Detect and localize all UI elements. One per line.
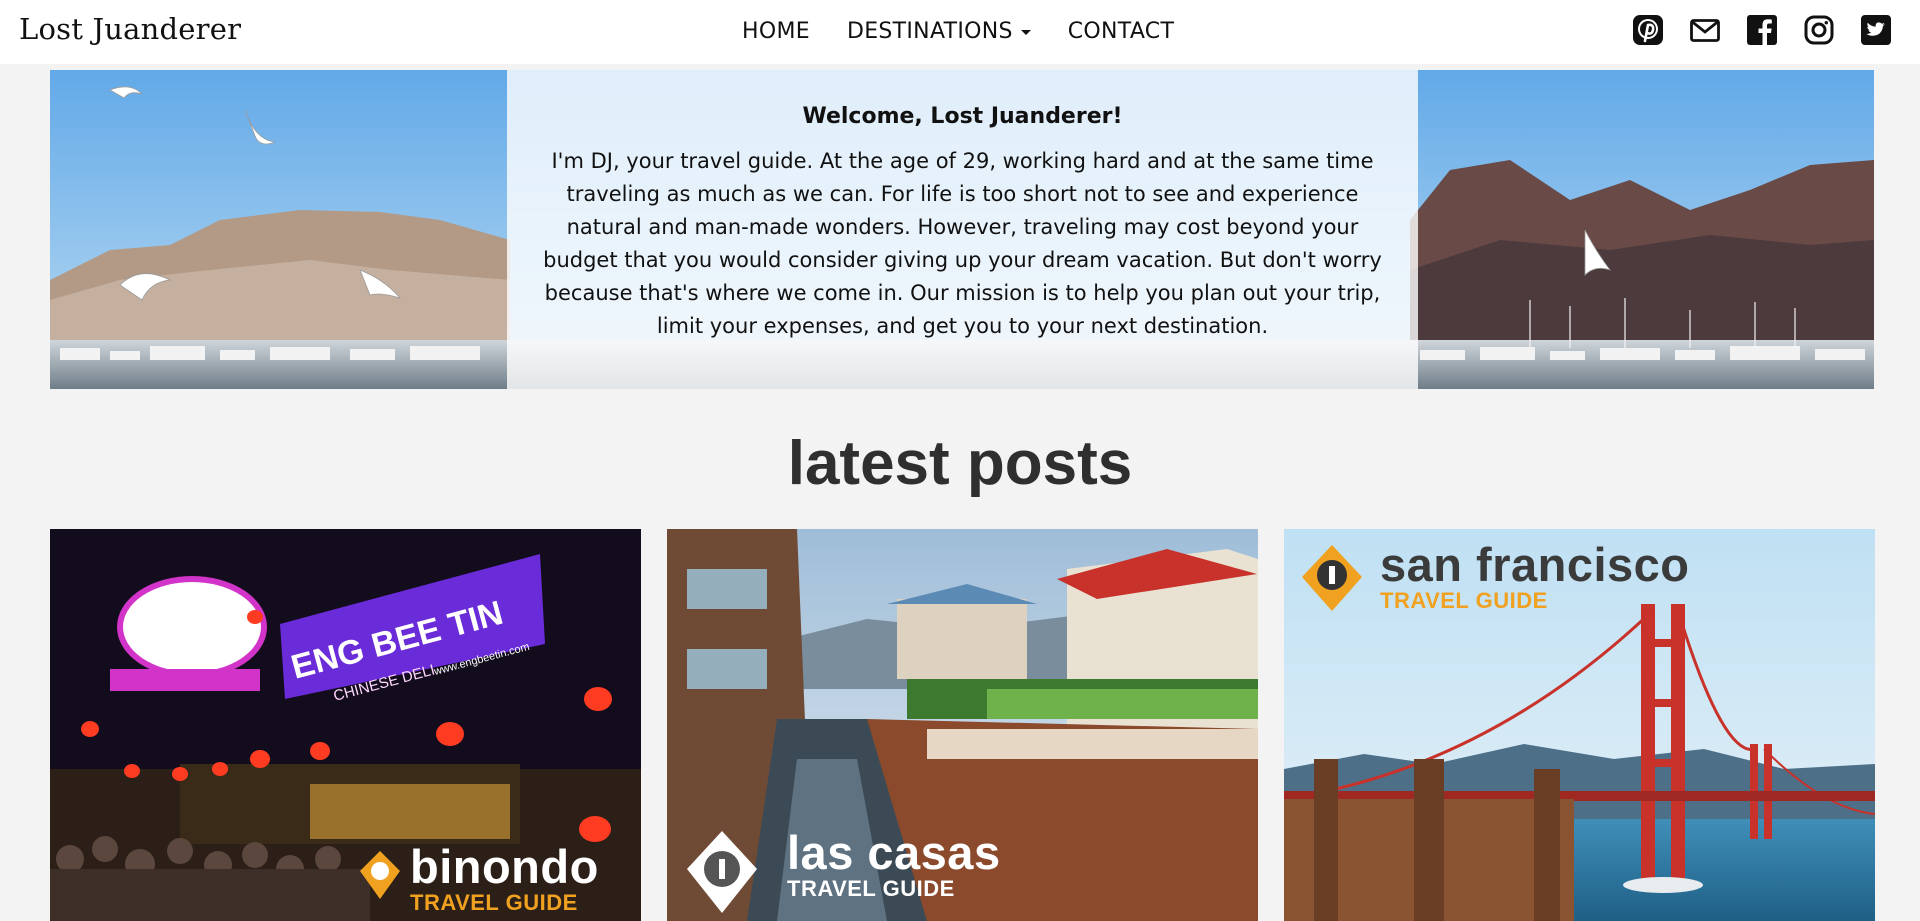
- nav-home[interactable]: HOME: [742, 19, 810, 44]
- binondo-subtitle: TRAVEL GUIDE: [410, 890, 578, 915]
- instagram-icon[interactable]: [1803, 14, 1835, 46]
- welcome-title: Welcome, Lost Juanderer!: [802, 104, 1123, 129]
- post-card-las-casas[interactable]: las casas TRAVEL GUIDE: [667, 529, 1258, 921]
- binondo-label: binondo TRAVEL GUIDE: [360, 840, 599, 916]
- welcome-text: I'm DJ, your travel guide. At the age of…: [543, 149, 1382, 338]
- san-francisco-subtitle: TRAVEL GUIDE: [1380, 588, 1548, 613]
- map-pin-icon: [360, 851, 400, 899]
- hero-banner: Welcome, Lost Juanderer! I'm DJ, your tr…: [50, 70, 1874, 389]
- site-brand[interactable]: Lost Juanderer: [19, 12, 241, 46]
- main-nav: HOME DESTINATIONS CONTACT: [742, 19, 1174, 44]
- map-pin-icon: [687, 831, 757, 913]
- pinterest-icon[interactable]: [1632, 14, 1664, 46]
- mail-icon[interactable]: [1689, 14, 1721, 46]
- caret-down-icon: [1020, 29, 1031, 35]
- las-casas-title: las casas: [787, 826, 1001, 879]
- san-francisco-title: san francisco: [1380, 538, 1690, 591]
- latest-posts-title: latest posts: [787, 429, 1133, 498]
- facebook-icon[interactable]: [1746, 14, 1778, 46]
- top-navbar: Lost Juanderer HOME DESTINATIONS CONTACT: [0, 0, 1920, 64]
- las-casas-label: las casas TRAVEL GUIDE: [685, 826, 1001, 913]
- map-pin-icon: [1302, 545, 1362, 611]
- nav-contact[interactable]: CONTACT: [1068, 19, 1174, 44]
- post-card-san-francisco[interactable]: san francisco TRAVEL GUIDE: [1284, 529, 1875, 921]
- nav-destinations[interactable]: DESTINATIONS: [847, 19, 1031, 44]
- twitter-icon[interactable]: [1860, 14, 1892, 46]
- social-links: [1632, 14, 1892, 46]
- nav-destinations-label: DESTINATIONS: [846, 19, 1013, 44]
- welcome-card: Welcome, Lost Juanderer! I'm DJ, your tr…: [507, 70, 1418, 389]
- post-grid: ENG BEE TIN CHINESE DELI www.engbeetin.c…: [50, 529, 1875, 921]
- san-francisco-label: san francisco TRAVEL GUIDE: [1300, 541, 1690, 614]
- binondo-title: binondo: [410, 840, 599, 893]
- post-card-binondo[interactable]: ENG BEE TIN CHINESE DELI www.engbeetin.c…: [50, 529, 641, 921]
- las-casas-subtitle: TRAVEL GUIDE: [787, 876, 955, 901]
